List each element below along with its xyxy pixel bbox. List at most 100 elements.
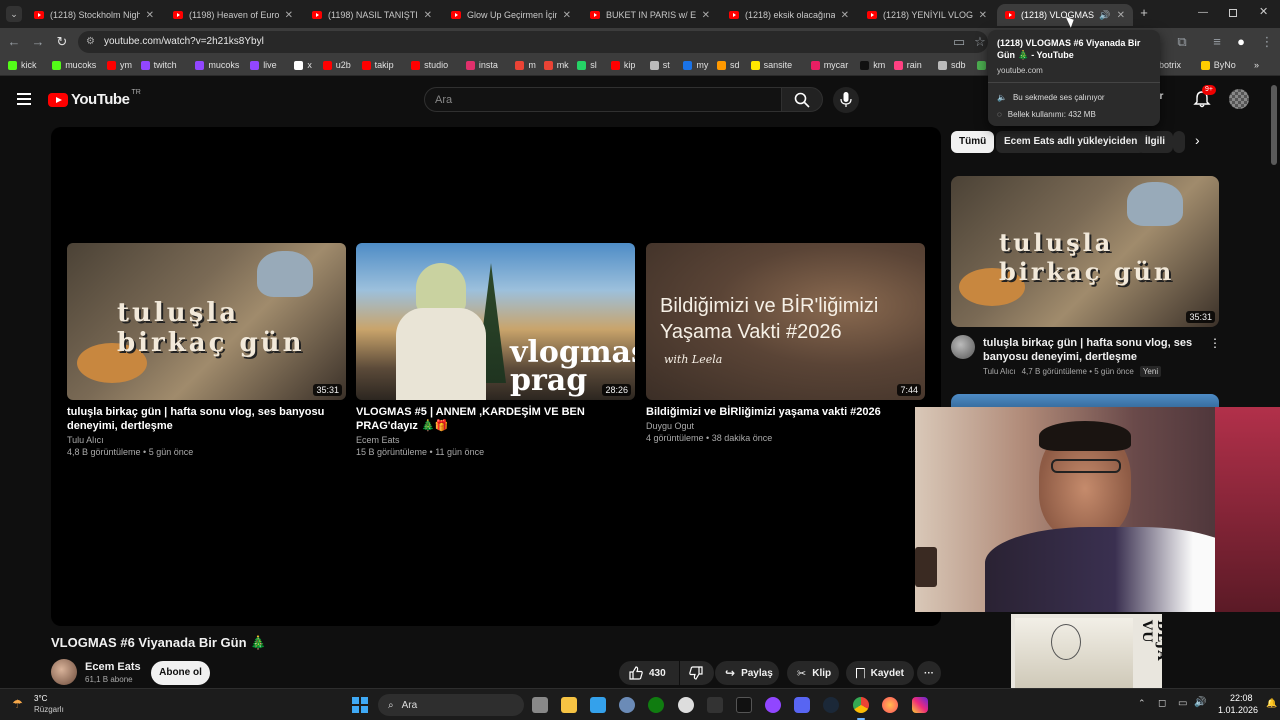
channel-name[interactable]: Ecem Eats — [356, 435, 635, 445]
video-title[interactable]: Bildiğimizi ve BİRliğimizi yaşama vakti … — [646, 405, 925, 419]
channel-name[interactable]: Tulu Alıcı — [67, 435, 346, 445]
bookmark-item[interactable]: twitch — [140, 60, 177, 70]
bookmark-item[interactable]: km — [860, 60, 885, 70]
close-tab-icon[interactable]: ✕ — [841, 10, 849, 21]
bookmark-item[interactable]: insta — [465, 60, 498, 70]
menu-hamburger-icon[interactable] — [17, 93, 31, 105]
bookmark-item[interactable]: u2b — [322, 60, 351, 70]
chip-related[interactable]: İlgili — [1137, 131, 1173, 153]
taskbar-search[interactable]: ⌕ Ara — [378, 694, 524, 716]
video-title[interactable]: tuluşla birkaç gün | hafta sonu vlog, se… — [983, 336, 1193, 364]
youtube-logo[interactable]: YouTube TR — [48, 89, 141, 108]
bookmark-item[interactable]: mk — [543, 60, 569, 70]
more-actions-button[interactable]: ··· — [917, 661, 941, 685]
steam-icon[interactable] — [823, 697, 839, 713]
bookmark-item[interactable]: mycar — [810, 60, 848, 70]
chip-all[interactable]: Tümü — [951, 131, 995, 153]
related-video-1[interactable]: tuluşla birkaç gün 35:31 tuluşla birkaç … — [951, 176, 1221, 414]
bookmark-item[interactable]: st — [649, 60, 670, 70]
tray-overflow-icon[interactable]: ⌃ — [1138, 698, 1146, 709]
like-button[interactable]: 430 — [619, 661, 679, 685]
settings-gear-icon[interactable] — [619, 697, 635, 713]
chips-next-arrow-icon[interactable]: › — [1195, 132, 1209, 152]
account-avatar[interactable] — [1229, 89, 1249, 109]
weather-widget[interactable]: ☂ 3°C Rüzgarlı — [12, 693, 72, 717]
close-window-icon[interactable]: ✕ — [1259, 5, 1271, 19]
bookmark-item[interactable]: x — [294, 60, 312, 70]
endscreen-video-1[interactable]: tuluşla birkaç gün 35:31 tuluşla birkaç … — [67, 243, 346, 457]
close-tab-icon[interactable]: ✕ — [1117, 10, 1125, 21]
start-button-windows-icon[interactable] — [352, 697, 368, 713]
epic-games-icon[interactable] — [707, 697, 723, 713]
video-thumbnail[interactable]: tuluşla birkaç gün 35:31 — [67, 243, 346, 400]
instagram-icon[interactable] — [912, 697, 928, 713]
clip-button[interactable]: ✂ Klip — [787, 661, 839, 685]
audio-playing-icon[interactable]: 🔊 — [1099, 10, 1110, 21]
restore-window-icon[interactable] — [1229, 9, 1237, 17]
volume-icon[interactable]: 🔊 — [1194, 697, 1206, 708]
chip-next-partial[interactable] — [1173, 131, 1185, 153]
browser-tab-6[interactable]: (1218) eksik olacağına fa ✕ — [721, 4, 857, 26]
video-thumbnail[interactable]: vlogmas prag 28:26 — [356, 243, 635, 400]
browser-tab-5[interactable]: BUKET IN PARIS w/ EDA Y ✕ — [582, 4, 718, 26]
video-title[interactable]: tuluşla birkaç gün | hafta sonu vlog, se… — [67, 405, 346, 433]
chip-from-uploader[interactable]: Ecem Eats adlı yükleyiciden — [996, 131, 1146, 153]
xbox-icon[interactable] — [648, 697, 664, 713]
url-text[interactable]: youtube.com/watch?v=2h21ks8Ybyl — [104, 36, 264, 47]
site-info-icon[interactable]: ⚙ — [86, 36, 98, 48]
extensions-icon[interactable]: ⧉ — [1174, 34, 1190, 50]
endscreen-video-3[interactable]: Bildiğimizi ve BİR'liğimizi Yaşama Vakti… — [646, 243, 925, 443]
bookmark-item[interactable]: sd — [717, 60, 740, 70]
save-button[interactable]: Kaydet — [846, 661, 914, 685]
bookmark-star-icon[interactable]: ☆ — [972, 34, 988, 50]
browser-tab-7[interactable]: (1218) YENİYIL VLOG #20 ✕ — [859, 4, 995, 26]
search-input[interactable] — [425, 88, 781, 111]
new-tab-button[interactable]: + — [1137, 6, 1151, 20]
endscreen-video-2[interactable]: vlogmas prag 28:26 VLOGMAS #5 | ANNEM ,K… — [356, 243, 635, 457]
network-icon[interactable]: ▭ — [1178, 698, 1187, 709]
channel-avatar[interactable] — [51, 659, 77, 685]
clock-time[interactable]: 22:08 — [1230, 693, 1253, 703]
media-control-icon[interactable]: ≡ — [1209, 34, 1225, 50]
profile-icon[interactable]: ● — [1233, 34, 1249, 50]
bookmark-item[interactable]: takip — [361, 60, 394, 70]
app-icon[interactable] — [736, 697, 752, 713]
bookmark-item[interactable]: rain — [893, 60, 922, 70]
browser-menu-icon[interactable]: ⋮ — [1259, 34, 1275, 50]
store-icon[interactable] — [590, 697, 606, 713]
bookmark-item[interactable]: sansite — [750, 60, 792, 70]
bookmark-item[interactable]: ym — [107, 60, 132, 70]
file-explorer-icon[interactable] — [561, 697, 577, 713]
bookmark-item[interactable]: kick — [8, 60, 37, 70]
firefox-icon[interactable] — [882, 697, 898, 713]
browser-tab-4[interactable]: Glow Up Geçirmen İçin 10 ✕ — [443, 4, 579, 26]
bookmark-item[interactable]: mucoks — [195, 60, 239, 70]
discord-icon[interactable] — [794, 697, 810, 713]
back-arrow-icon[interactable]: ← — [6, 34, 22, 50]
forward-arrow-icon[interactable]: → — [30, 34, 46, 50]
bookmark-item[interactable]: kip — [610, 60, 635, 70]
bookmarks-overflow-icon[interactable]: » — [1254, 60, 1259, 70]
clock-date[interactable]: 1.01.2026 — [1218, 705, 1258, 715]
bookmark-item[interactable]: sdb — [938, 60, 966, 70]
tab-list-dropdown-button[interactable]: ⌄ — [6, 6, 22, 22]
browser-tab-2[interactable]: (1198) Heaven of Europe ✕ — [165, 4, 301, 26]
channel-name[interactable]: Ecem Eats — [85, 661, 141, 673]
channel-name[interactable]: Duygu Ogut — [646, 421, 925, 431]
video-thumbnail[interactable]: tuluşla birkaç gün 35:31 — [951, 176, 1219, 327]
channel-avatar[interactable] — [951, 335, 975, 359]
bookmark-item[interactable]: live — [250, 60, 277, 70]
search-button[interactable] — [781, 87, 823, 112]
chrome-icon[interactable] — [853, 697, 869, 713]
video-title[interactable]: VLOGMAS #5 | ANNEM ,KARDEŞİM VE BEN PRAG… — [356, 405, 635, 433]
bookmark-item[interactable]: sl — [577, 60, 597, 70]
bookmark-item[interactable]: m — [515, 60, 536, 70]
close-tab-icon[interactable]: ✕ — [563, 10, 571, 21]
video-thumbnail[interactable]: Bildiğimizi ve BİR'liğimizi Yaşama Vakti… — [646, 243, 925, 400]
subscribe-button[interactable]: Abone ol — [151, 661, 210, 685]
voice-search-button[interactable] — [833, 87, 859, 113]
cast-icon[interactable]: ▭ — [951, 34, 967, 50]
notification-bell-icon[interactable]: 🔔 — [1266, 698, 1277, 709]
close-tab-icon[interactable]: ✕ — [285, 10, 293, 21]
notifications-bell-icon[interactable]: 9+ — [1193, 85, 1216, 108]
